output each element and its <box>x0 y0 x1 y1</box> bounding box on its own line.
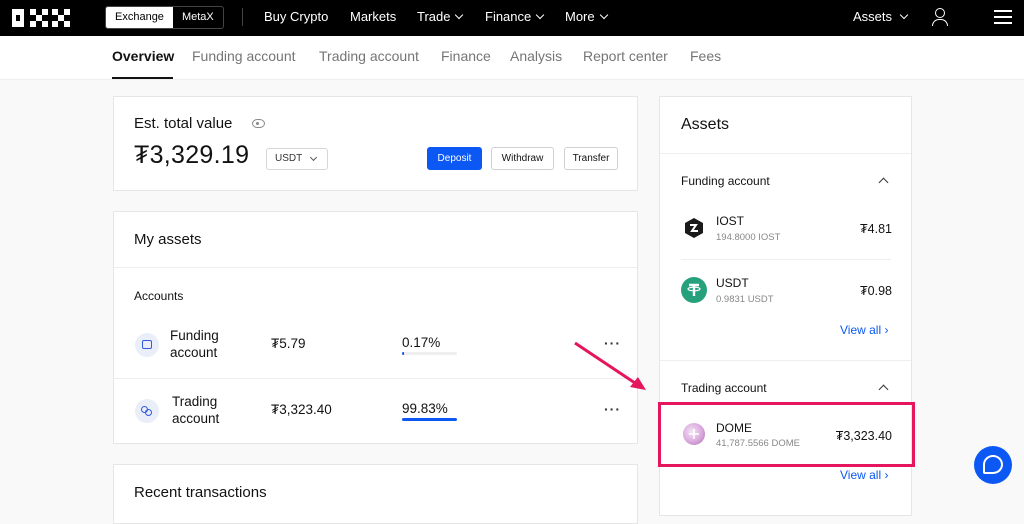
chevron-down-icon <box>599 10 608 20</box>
coin-value: ₮0.98 <box>860 284 892 298</box>
account-percent: 99.83% <box>402 401 448 416</box>
menu-icon[interactable] <box>994 9 1012 25</box>
recent-transactions-title: Recent transactions <box>134 484 267 501</box>
exchange-icon <box>135 399 159 423</box>
my-assets-title: My assets <box>134 231 202 248</box>
currency-selected: USDT <box>275 153 303 164</box>
tab-funding-account[interactable]: Funding account <box>192 48 296 64</box>
withdraw-button[interactable]: Withdraw <box>491 147 554 170</box>
active-tab-indicator <box>112 77 173 79</box>
divider <box>114 378 637 379</box>
funding-account-heading: Funding account <box>681 174 770 188</box>
usdt-coin-icon <box>681 277 707 303</box>
account-percent: 0.17% <box>402 335 441 350</box>
tab-analysis[interactable]: Analysis <box>510 48 562 64</box>
account-name: Funding account <box>170 328 219 360</box>
account-share-bar <box>402 352 457 355</box>
chevron-down-icon <box>309 153 318 162</box>
coin-amount: 0.9831 USDT <box>716 294 774 305</box>
exchange-metax-toggle: Exchange MetaX <box>105 6 224 29</box>
okx-logo-icon[interactable] <box>12 9 70 27</box>
pointer-arrow-icon <box>574 341 646 390</box>
nav-trade[interactable]: Trade <box>417 0 464 34</box>
top-navbar: Exchange MetaX Buy Crypto Markets Trade … <box>0 0 1024 36</box>
highlight-box <box>658 402 915 467</box>
accounts-label: Accounts <box>134 289 184 303</box>
divider <box>114 267 637 268</box>
tab-report-center[interactable]: Report center <box>583 48 668 64</box>
est-total-title: Est. total value <box>134 115 233 132</box>
eye-icon[interactable] <box>252 119 265 128</box>
total-value: ₮3,329.19 <box>134 141 250 169</box>
chat-support-button[interactable] <box>974 446 1012 484</box>
account-value: ₮5.79 <box>271 336 306 351</box>
assets-panel-title: Assets <box>681 116 730 133</box>
divider <box>681 259 891 260</box>
account-name: Trading account <box>172 394 220 426</box>
deposit-button[interactable]: Deposit <box>427 147 482 170</box>
account-share-fill <box>402 418 457 421</box>
wallet-icon <box>135 333 159 357</box>
nav-assets[interactable]: Assets <box>853 0 909 34</box>
nav-buy-crypto[interactable]: Buy Crypto <box>264 0 328 34</box>
divider <box>660 360 911 361</box>
recent-transactions-card: Recent transactions <box>113 464 638 524</box>
divider <box>660 153 911 154</box>
more-options-icon[interactable]: ··· <box>604 401 621 417</box>
coin-value: ₮4.81 <box>860 222 892 236</box>
account-share-bar <box>402 418 457 421</box>
chat-bubble-icon <box>983 455 1003 474</box>
account-value: ₮3,323.40 <box>271 402 332 417</box>
chevron-down-icon <box>455 10 464 20</box>
tab-overview[interactable]: Overview <box>112 48 174 64</box>
account-tabs: Overview Funding account Trading account… <box>0 36 1024 80</box>
segment-metax[interactable]: MetaX <box>173 7 223 28</box>
transfer-button[interactable]: Transfer <box>564 147 618 170</box>
user-icon[interactable] <box>932 8 948 26</box>
est-total-card: Est. total value ₮3,329.19 USDT Deposit … <box>113 96 638 191</box>
currency-select[interactable]: USDT <box>266 148 328 170</box>
nav-finance[interactable]: Finance <box>485 0 545 34</box>
view-all-funding-link[interactable]: View all › <box>840 323 888 337</box>
tab-trading-account[interactable]: Trading account <box>319 48 419 64</box>
trading-account-heading: Trading account <box>681 381 767 395</box>
iost-coin-icon <box>681 215 707 241</box>
nav-markets[interactable]: Markets <box>350 0 396 34</box>
coin-name: USDT <box>716 276 749 290</box>
tab-finance[interactable]: Finance <box>441 48 491 64</box>
chevron-up-icon[interactable] <box>878 177 889 188</box>
segment-exchange[interactable]: Exchange <box>106 7 173 28</box>
nav-divider <box>242 8 243 26</box>
my-assets-card: My assets Accounts Funding account ₮5.79… <box>113 211 638 444</box>
account-share-fill <box>402 352 404 355</box>
tab-fees[interactable]: Fees <box>690 48 721 64</box>
view-all-trading-link[interactable]: View all › <box>840 468 888 482</box>
chevron-down-icon <box>536 10 545 20</box>
coin-name: IOST <box>716 214 745 228</box>
chevron-up-icon[interactable] <box>878 384 889 395</box>
chevron-down-icon <box>899 10 909 20</box>
coin-amount: 194.8000 IOST <box>716 232 781 243</box>
nav-more[interactable]: More <box>565 0 608 34</box>
